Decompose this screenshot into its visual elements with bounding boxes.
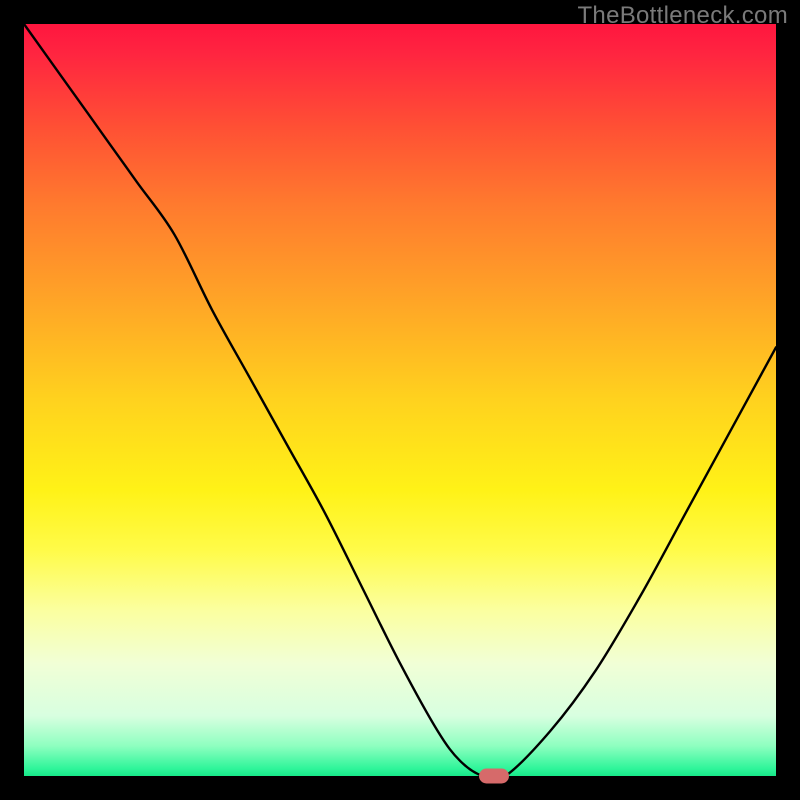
chart-frame: TheBottleneck.com (0, 0, 800, 800)
plot-area (24, 24, 776, 776)
bottleneck-marker (479, 769, 509, 784)
watermark-text: TheBottleneck.com (577, 2, 788, 30)
bottleneck-curve (24, 24, 776, 776)
